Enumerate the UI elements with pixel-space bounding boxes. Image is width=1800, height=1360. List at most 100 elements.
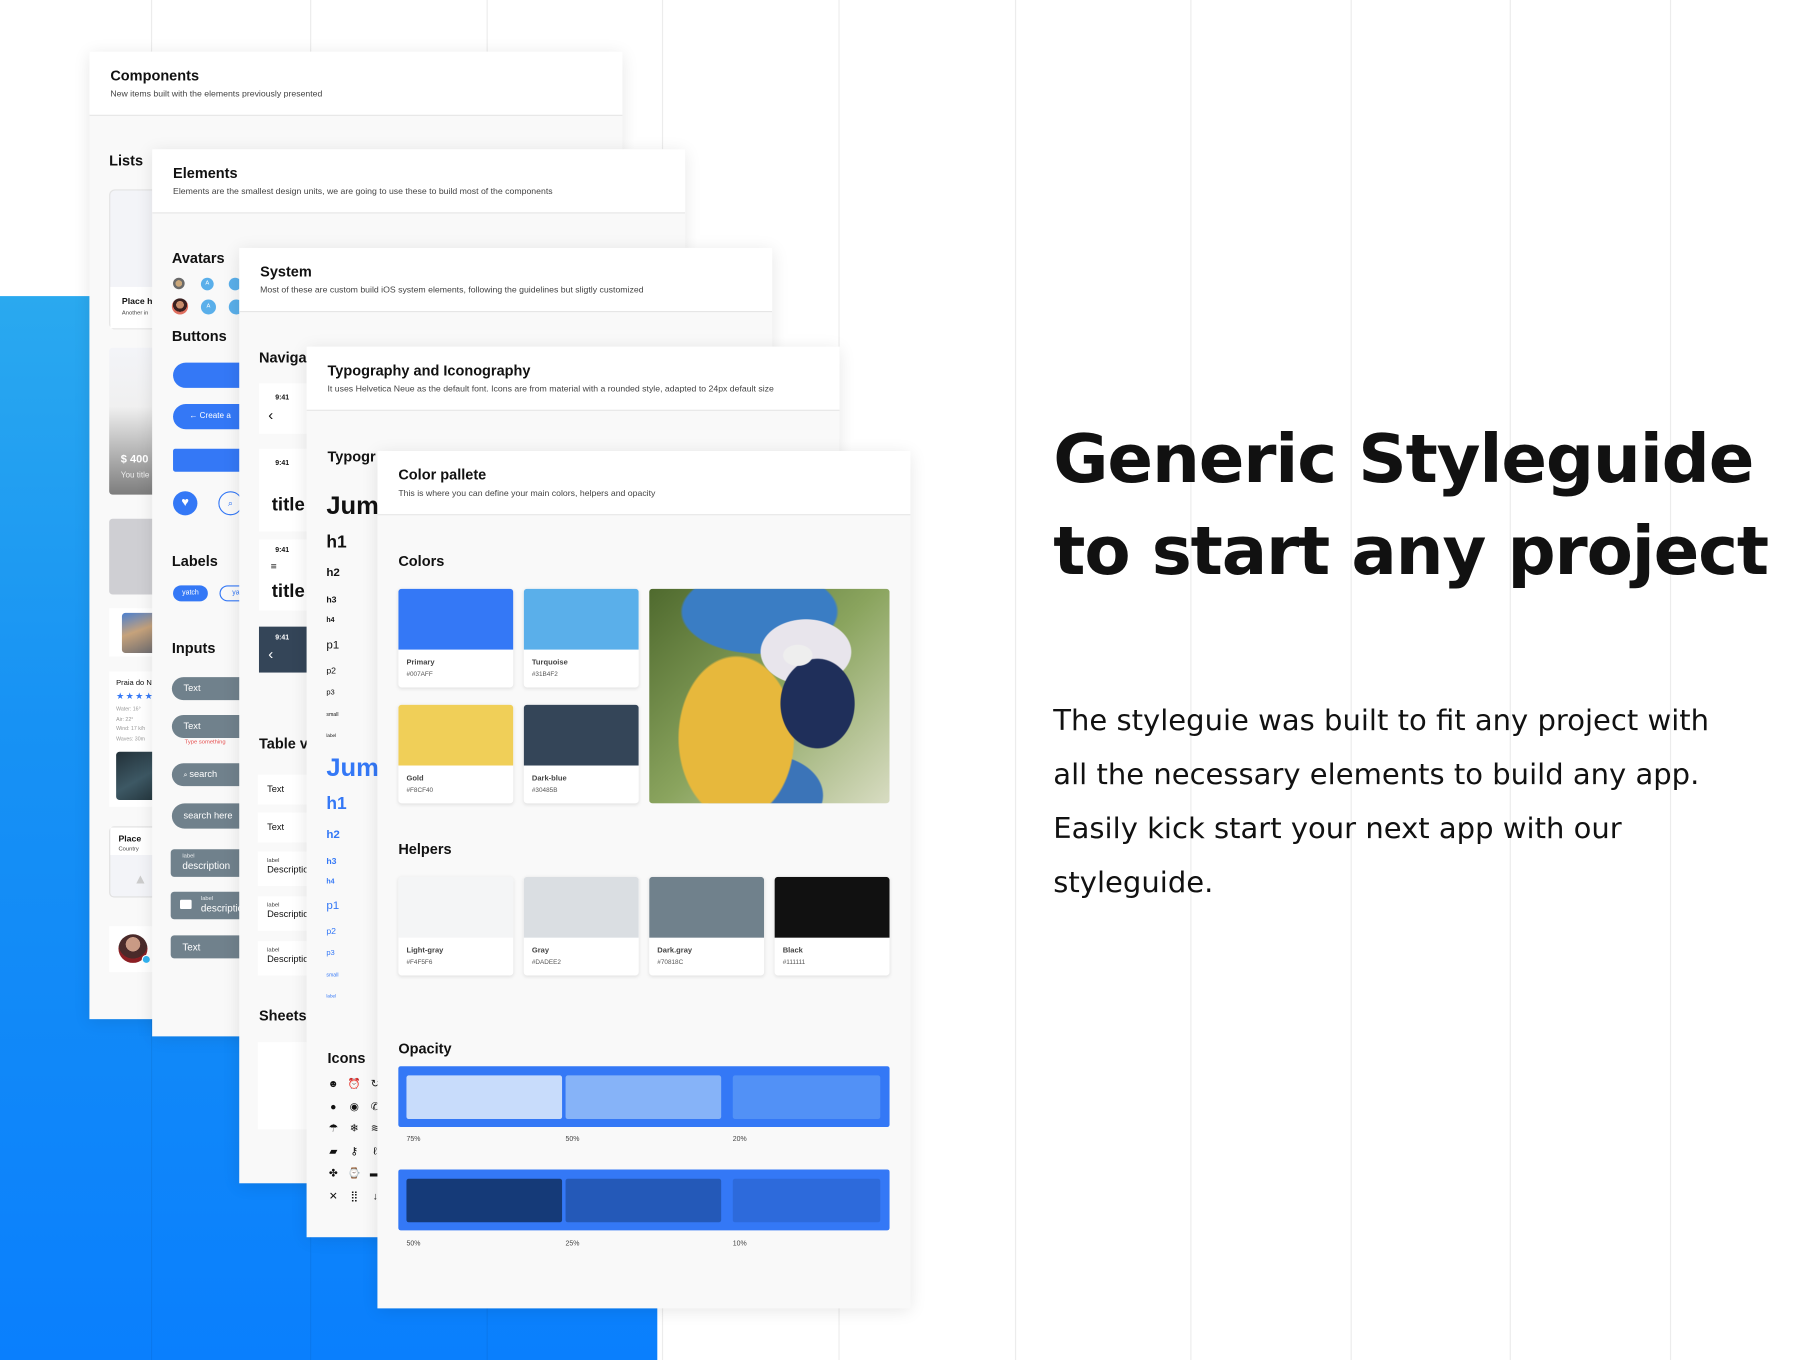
place-title: Place [118, 833, 142, 844]
image-icon [180, 899, 192, 909]
price-subtitle: You title [120, 471, 150, 480]
type-sample-h1-blue: h1 [326, 794, 347, 814]
opacity-swatch[interactable] [406, 1178, 563, 1223]
swatch-name: Turquoise [531, 658, 568, 667]
swatch-hex: #31B4F2 [531, 671, 558, 679]
system-subtitle: Most of these are custom build iOS syste… [260, 284, 644, 295]
grid-line [1350, 0, 1352, 1360]
beach-title: Praia do N [116, 679, 152, 688]
swatch-fill [398, 704, 514, 766]
swatch-fill [523, 876, 639, 938]
place-card-title: Place h [121, 296, 153, 307]
stage: Components New items built with the elem… [0, 0, 1800, 1360]
heart-button[interactable]: ♥ [173, 491, 198, 516]
sheets-heading: Sheets [258, 1007, 307, 1024]
navigation-heading: Naviga [258, 350, 307, 367]
components-title: Components [110, 67, 200, 84]
type-sample-p1: p1 [326, 639, 340, 652]
type-sample-display-blue: Jum [326, 752, 379, 782]
opacity-label: 50% [565, 1136, 580, 1144]
system-title: System [260, 263, 312, 281]
swatch-fill [398, 588, 514, 650]
helper-swatch[interactable]: Black #111111 [774, 876, 890, 976]
type-sample-h1: h1 [326, 532, 347, 553]
type-sample-h2-blue: h2 [326, 828, 340, 842]
opacity-swatch[interactable] [565, 1075, 722, 1120]
avatar-initial[interactable]: A [200, 277, 214, 291]
opacity-label: 50% [406, 1240, 421, 1248]
back-chevron-icon[interactable]: ‹ [268, 406, 273, 423]
avatar-initial-large[interactable]: A [200, 299, 217, 315]
rating-stars: ★★★★ [116, 690, 155, 702]
label-chip-filled[interactable]: yatch [173, 585, 208, 602]
swatch-name: Black [782, 946, 803, 955]
swatch-fill [523, 588, 639, 650]
opacity-swatch[interactable] [565, 1178, 722, 1223]
grid-icon: ⣿ [350, 1189, 359, 1202]
image-icon: ▲ [133, 871, 148, 888]
helper-swatch[interactable]: Dark.gray #70818C [649, 876, 765, 976]
color-swatch[interactable]: Gold #F8CF40 [398, 704, 514, 804]
swatch-hex: #70818C [657, 959, 684, 967]
grid-line [1190, 0, 1192, 1360]
type-sample-small: small [326, 711, 339, 718]
lists-heading: Lists [109, 152, 144, 169]
typography-title: Typography and Iconography [327, 362, 531, 379]
opacity-label: 25% [565, 1240, 580, 1248]
swatch-hex: #F8CF40 [406, 787, 434, 795]
color-swatch[interactable]: Turquoise #31B4F2 [523, 588, 639, 688]
restaurant-icon: ✕ [328, 1189, 338, 1202]
type-sample-p2: p2 [326, 665, 337, 676]
swatch-fill [649, 876, 765, 938]
icons-heading: Icons [327, 1050, 366, 1067]
swatch-fill [398, 876, 514, 938]
typography-heading: Typogr [327, 448, 376, 465]
swatch-name: Gold [406, 774, 424, 783]
color-swatch[interactable]: Primary #007AFF [398, 588, 514, 688]
hero-title: Generic Styleguide to start any project [1053, 420, 1769, 590]
type-sample-p2-blue: p2 [326, 926, 337, 937]
opacity-label: 20% [732, 1136, 747, 1144]
elements-title: Elements [173, 165, 238, 182]
swatch-name: Gray [531, 946, 550, 955]
type-sample-h2: h2 [326, 566, 340, 580]
buttons-heading: Buttons [171, 328, 227, 345]
opacity-dark-bar [398, 1169, 890, 1231]
key-icon: ⚷ [350, 1144, 359, 1157]
helpers-heading: Helpers [398, 841, 452, 858]
alert-icon: ● [330, 1100, 337, 1112]
type-sample-label: label [326, 732, 337, 738]
avatar-photo-large[interactable] [171, 298, 189, 315]
type-sample-h3-blue: h3 [326, 856, 337, 867]
labels-heading: Labels [171, 553, 218, 570]
table-views-heading: Table v [258, 735, 308, 752]
type-sample-label-blue: label [326, 992, 337, 999]
input-error-message: Type something [184, 739, 226, 747]
play-circle-icon: ◉ [349, 1100, 359, 1112]
type-sample-p3-blue: p3 [326, 949, 335, 958]
palette-title: Color pallete [398, 467, 487, 484]
watch-icon: ⌚ [347, 1167, 361, 1179]
type-sample-small-blue: small [326, 972, 339, 978]
opacity-swatch[interactable] [406, 1075, 563, 1120]
helper-swatch[interactable]: Light-gray #F4F5F6 [398, 876, 514, 976]
hero-description: The styleguie was built to fit any proje… [1053, 703, 1710, 899]
heart-icon: ♥ [181, 495, 190, 510]
opacity-swatch[interactable] [732, 1178, 881, 1223]
palette-header: Color pallete This is where you can defi… [377, 451, 911, 516]
back-chevron-icon[interactable]: ‹ [268, 645, 273, 662]
beach-umbrella-icon: ☂ [328, 1122, 338, 1134]
avatar-photo[interactable] [173, 277, 185, 290]
inputs-heading: Inputs [171, 640, 216, 657]
fan-icon: ✤ [328, 1167, 338, 1179]
opacity-swatch[interactable] [732, 1075, 881, 1120]
swatch-name: Dark-blue [531, 774, 567, 783]
swatch-hex: #111111 [782, 959, 806, 967]
type-sample-display: Jum [326, 491, 379, 520]
swatch-name: Light-gray [406, 946, 444, 955]
helper-swatch[interactable]: Gray #DADEE2 [523, 876, 639, 976]
color-swatch[interactable]: Dark-blue #30485B [523, 704, 639, 804]
menu-icon[interactable]: ≡ [271, 560, 277, 571]
opacity-heading: Opacity [398, 1040, 452, 1058]
palette-subtitle: This is where you can define your main c… [398, 487, 656, 499]
